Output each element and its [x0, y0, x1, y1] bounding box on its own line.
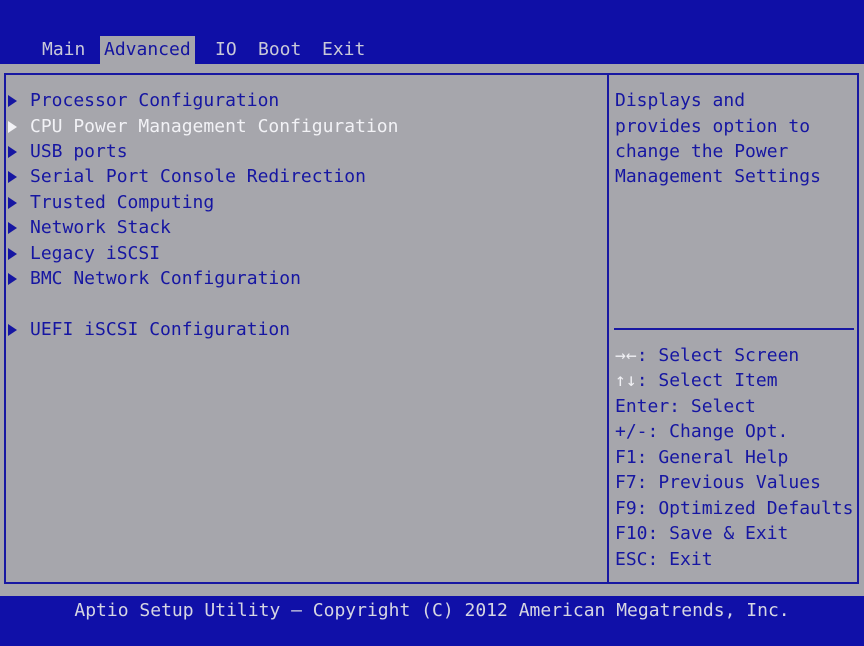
submenu-arrow-icon: [8, 171, 17, 183]
footer-copyright: Aptio Setup Utility – Copyright (C) 2012…: [74, 600, 790, 621]
submenu-arrow-icon: [8, 222, 17, 234]
menu-item-bmc-network[interactable]: BMC Network Configuration: [8, 267, 301, 291]
left-right-arrows-icon: →←: [615, 345, 637, 366]
key-hint-esc-exit: ESC: Exit: [615, 549, 713, 570]
menu-item-cpu-power-management[interactable]: CPU Power Management Configuration: [8, 115, 398, 139]
keys-divider: [614, 328, 854, 330]
key-hint-select-screen: →←: Select Screen: [615, 345, 800, 366]
tab-io[interactable]: IO: [211, 36, 241, 64]
tab-boot[interactable]: Boot: [254, 36, 305, 64]
help-divider: [607, 73, 609, 584]
menu-item-usb-ports[interactable]: USB ports: [8, 140, 128, 164]
key-hint-save-exit: F10: Save & Exit: [615, 523, 789, 544]
key-hint-optimized-defaults: F9: Optimized Defaults: [615, 498, 854, 519]
tab-exit[interactable]: Exit: [318, 36, 369, 64]
key-hint-enter: Enter: Select: [615, 396, 756, 417]
submenu-arrow-icon: [8, 248, 17, 260]
menu-item-processor-configuration[interactable]: Processor Configuration: [8, 89, 279, 113]
key-hint-general-help: F1: General Help: [615, 447, 789, 468]
help-text-line: change the Power: [615, 141, 789, 162]
menu-item-network-stack[interactable]: Network Stack: [8, 216, 171, 240]
menu-item-uefi-iscsi[interactable]: UEFI iSCSI Configuration: [8, 318, 290, 342]
submenu-arrow-icon: [8, 95, 17, 107]
tab-main[interactable]: Main: [38, 36, 89, 64]
submenu-arrow-icon: [8, 324, 17, 336]
key-hint-previous-values: F7: Previous Values: [615, 472, 821, 493]
main-panel: Processor Configuration CPU Power Manage…: [0, 64, 864, 596]
submenu-arrow-icon: [8, 121, 17, 133]
key-hint-select-item: ↑↓: Select Item: [615, 370, 778, 391]
menu-item-serial-port-console[interactable]: Serial Port Console Redirection: [8, 165, 366, 189]
submenu-arrow-icon: [8, 146, 17, 158]
help-text-line: Management Settings: [615, 166, 821, 187]
submenu-arrow-icon: [8, 197, 17, 209]
menu-bar: Main Advanced IO Boot Exit: [0, 36, 864, 64]
menu-item-trusted-computing[interactable]: Trusted Computing: [8, 191, 214, 215]
up-down-arrows-icon: ↑↓: [615, 370, 637, 391]
tab-advanced[interactable]: Advanced: [100, 36, 195, 64]
menu-item-legacy-iscsi[interactable]: Legacy iSCSI: [8, 242, 160, 266]
help-text-line: provides option to: [615, 116, 811, 137]
help-text-line: Displays and: [615, 90, 746, 111]
submenu-arrow-icon: [8, 273, 17, 285]
key-hint-change-opt: +/-: Change Opt.: [615, 421, 789, 442]
